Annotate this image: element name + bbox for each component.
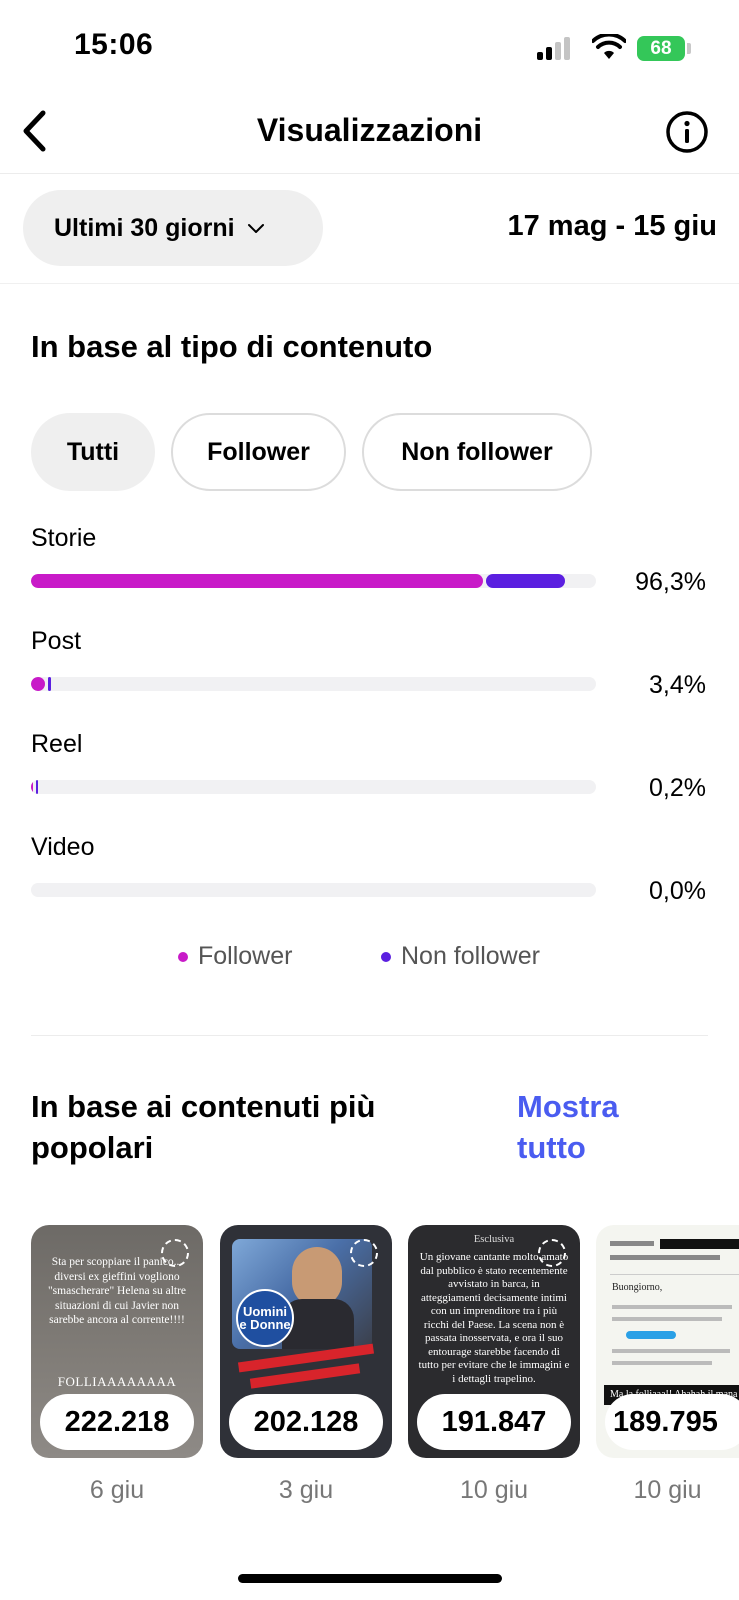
- bar-track-post: [31, 677, 596, 691]
- legend-non-follower: Non follower: [381, 942, 540, 971]
- wifi-icon: [592, 34, 626, 59]
- status-bar: 15:06 68: [0, 0, 739, 96]
- bar-non-follower-reel: [36, 780, 38, 794]
- bar-track-reel: [31, 780, 596, 794]
- chip-label: Non follower: [401, 437, 553, 466]
- redacted-block: [660, 1239, 739, 1249]
- metric-percent-reel: 0,2%: [649, 774, 706, 802]
- bar-follower-post: [31, 677, 45, 691]
- story-caption: Sta per scoppiare il panico... diversi e…: [47, 1256, 187, 1326]
- chip-non-follower[interactable]: Non follower: [362, 413, 592, 491]
- bar-track-video: [31, 883, 596, 897]
- battery-tip: [687, 43, 691, 54]
- home-indicator[interactable]: [238, 1574, 502, 1583]
- clock: 15:06: [74, 28, 154, 61]
- email-line: [612, 1361, 712, 1365]
- metric-percent-post: 3,4%: [649, 671, 706, 699]
- content-type-title: In base al tipo di contenuto: [31, 329, 433, 364]
- show-all-line1: Mostra: [517, 1089, 619, 1124]
- views-count: 189.795: [605, 1394, 739, 1450]
- period-label: Ultimi 30 giorni: [54, 213, 235, 242]
- metric-label-video: Video: [31, 833, 95, 861]
- chip-label: Follower: [207, 437, 310, 466]
- blue-highlight: [626, 1331, 676, 1339]
- popular-title-line1: In base ai contenuti più: [31, 1089, 376, 1124]
- redacted-line: [610, 1241, 654, 1246]
- views-count: 191.847: [417, 1394, 571, 1450]
- info-icon[interactable]: [665, 110, 709, 154]
- card-date: 10 giu: [459, 1476, 529, 1504]
- popular-story-card[interactable]: Buongiorno, Ma la folliaaa!! Ahahah il m…: [596, 1225, 739, 1458]
- views-count: 202.128: [229, 1394, 383, 1450]
- filter-row: Ultimi 30 giorni 17 mag - 15 giu: [0, 174, 739, 284]
- battery-icon: 68: [637, 36, 685, 61]
- email-greeting: Buongiorno,: [612, 1282, 663, 1293]
- bar-non-follower-post: [47, 677, 51, 691]
- email-line: [612, 1349, 730, 1353]
- metric-label-post: Post: [31, 627, 82, 655]
- story-caption: Un giovane cantante molto amato dal pubb…: [418, 1251, 570, 1385]
- section-divider: [31, 1035, 708, 1036]
- bar-follower-stories: [31, 574, 483, 588]
- views-count: 222.218: [40, 1394, 194, 1450]
- story-loading-icon: [538, 1239, 566, 1267]
- metric-percent-video: 0,0%: [649, 877, 706, 905]
- person-photo: [292, 1247, 342, 1307]
- chip-follower[interactable]: Follower: [171, 413, 346, 491]
- popular-title-line2: popolari: [31, 1130, 154, 1165]
- bar-follower-reel: [31, 780, 33, 794]
- metric-label-reel: Reel: [31, 730, 83, 758]
- bar-track-stories: [31, 574, 596, 588]
- email-line: [612, 1317, 722, 1321]
- legend-dot-follower: [178, 951, 188, 962]
- bar-non-follower-stories: [486, 574, 566, 588]
- show-all-line2: tutto: [517, 1130, 586, 1165]
- chevron-down-icon: [247, 223, 264, 233]
- popular-story-card[interactable]: Uomini e Donne 202.128: [220, 1225, 392, 1458]
- email-header: [610, 1235, 739, 1275]
- show-all-link[interactable]: Mostra tutto: [517, 1086, 619, 1168]
- period-dropdown[interactable]: Ultimi 30 giorni: [23, 190, 323, 266]
- metric-percent-stories: 96,3%: [635, 568, 706, 596]
- battery-level: 68: [650, 37, 672, 59]
- legend-follower: Follower: [178, 942, 292, 971]
- popular-story-card[interactable]: Esclusiva Un giovane cantante molto amat…: [408, 1225, 580, 1458]
- email-line: [612, 1305, 732, 1309]
- chip-all[interactable]: Tutti: [31, 413, 155, 491]
- card-date: 10 giu: [633, 1476, 702, 1504]
- card-date: 3 giu: [278, 1476, 334, 1504]
- cellular-signal-icon: [537, 36, 577, 60]
- legend-dot-non-follower: [381, 951, 391, 962]
- legend-label: Follower: [198, 942, 293, 970]
- navigation-bar: Visualizzazioni: [0, 96, 739, 174]
- card-date: 6 giu: [89, 1476, 145, 1504]
- date-range: 17 mag - 15 giu: [507, 210, 717, 242]
- legend-label: Non follower: [401, 942, 540, 970]
- chip-label: Tutti: [66, 437, 120, 466]
- story-loading-icon: [350, 1239, 378, 1267]
- popular-story-card[interactable]: Sta per scoppiare il panico... diversi e…: [31, 1225, 203, 1458]
- metric-label-stories: Storie: [31, 524, 97, 552]
- popular-title: In base ai contenuti più popolari: [31, 1086, 375, 1168]
- page-title: Visualizzazioni: [256, 112, 483, 148]
- story-caption: FOLLIAAAAAAAA: [57, 1374, 177, 1389]
- show-logo: Uomini e Donne: [236, 1289, 294, 1347]
- redacted-line: [610, 1255, 720, 1260]
